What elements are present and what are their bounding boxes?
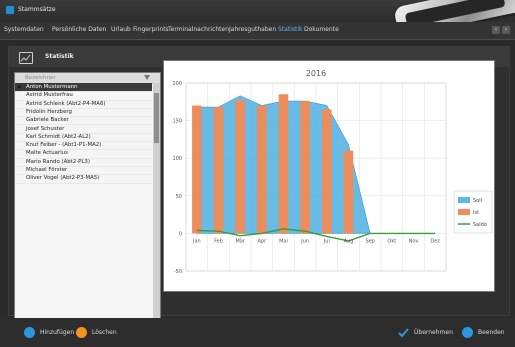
list-item[interactable]: Oliver Vogel (Abt2-P3-MA5) [15,174,152,184]
list-item-label: Oliver Vogel (Abt2-P3-MA5) [26,175,100,182]
x-tick-label: Mai [279,238,288,244]
list-item-label: Anton Mustermann [26,84,78,90]
bar-ist [192,105,202,234]
bar-ist [213,107,224,234]
x-tick-label: Mär [235,238,245,244]
legend-swatch [458,209,470,215]
tab-terminalnachrichten[interactable]: Terminalnachrichten [168,26,229,33]
x-tick-label: Apr [258,238,268,244]
footer-bar: Hinzufügen Löschen Übernehmen Beenden [0,318,515,347]
list-item-label: Gabriele Backer [26,117,69,124]
chart-title: 2016 [306,69,326,78]
list-scrollbar[interactable] [153,83,160,318]
x-tick-label: Aug [344,238,354,244]
x-tick-label: Feb [214,238,223,244]
tab-scroll-left-button[interactable]: ‹ [492,26,500,34]
add-button-label: Hinzufügen [40,329,75,336]
tab-bar: Systemdaten Persönliche Daten Urlaub Fin… [0,22,515,40]
x-tick-label: Jun [300,238,309,244]
tab-urlaub[interactable]: Urlaub [111,26,131,33]
list-item-label: Astrid Schlenk (Abt2-P4-MA6) [26,100,106,107]
statistik-chart: 2016 -50 0 50 100 150 200 Jan Feb Mär Apr Mai Jun Jul… [163,60,495,292]
tab-statistik[interactable]: Statistik [278,26,302,33]
list-item-label: Astrid Musterfrau [26,92,73,99]
panel-title: Statistik [45,53,74,60]
bar-ist [235,100,245,234]
employee-list[interactable]: Bezeichner Anton Mustermann Astrid Muster… [14,72,161,319]
y-tick-label: 200 [172,81,182,87]
x-tick-label: Sep [365,238,374,244]
list-item-label: Malte Actuarius [26,150,68,157]
y-tick-label: 150 [172,119,182,125]
y-tick-label: 100 [172,156,182,162]
scrollbar-thumb[interactable] [154,93,159,143]
series-soll-area [196,95,436,234]
plus-icon [24,327,35,338]
tab-fingerprints[interactable]: Fingerprints [133,26,169,33]
bar-ist [257,105,267,234]
title-bar: Stammsätze [0,0,515,38]
bar-ist [278,94,289,234]
tab-jahresguthaben[interactable]: Jahresguthaben [229,26,276,33]
close-icon [462,327,473,338]
filter-icon[interactable] [144,75,150,80]
bar-ist [300,101,310,234]
list-item-label: Fridolin Herzberg [26,108,72,115]
chart-svg: 2016 -50 0 50 100 150 200 Jan Feb Mär Apr Mai Jun Jul… [172,69,493,275]
list-item-label: Michael Förster [26,167,68,173]
y-tick-label: 0 [179,231,182,237]
apply-button-label: Übernehmen [414,329,453,336]
delete-button-label: Löschen [92,329,117,336]
bar-ist [343,150,354,234]
y-tick-label: -50 [174,269,182,275]
legend-label: Saldo [473,222,487,228]
x-tick-label: Okt [387,238,396,244]
x-tick-label: Jul [323,238,330,244]
legend-label: Soll [473,198,482,204]
y-tick-label: 50 [176,194,182,200]
tab-persoenliche-daten[interactable]: Persönliche Daten [52,26,106,33]
x-tick-label: Jan [192,238,201,244]
row-selector-arrow-icon [18,85,21,89]
x-tick-label: Dez [430,238,440,244]
close-button-label: Beenden [478,329,505,336]
window-title: Stammsätze [18,6,56,13]
list-item-label: Josef Schuster [26,125,65,132]
tab-dokumente[interactable]: Dokumente [304,26,339,33]
legend-swatch [458,197,470,203]
minus-icon [76,327,87,338]
list-item-label: Karl Schmidt (Abt2-AL2) [26,133,91,140]
list-item-label: Mario Rando (Abt2-PL3) [26,158,90,165]
list-item-label: Knut Felber - (Abt1-P1-MA2) [26,142,102,149]
chart-icon [19,52,33,64]
bar-ist [322,109,332,234]
tab-scroll-right-button[interactable]: › [502,26,510,34]
legend-label: Ist [473,210,479,216]
tab-systemdaten[interactable]: Systemdaten [4,26,44,33]
app-icon [6,6,14,14]
list-header-label: Bezeichner [25,75,56,81]
x-tick-label: Nov [409,238,419,244]
checkmark-icon [398,327,409,338]
